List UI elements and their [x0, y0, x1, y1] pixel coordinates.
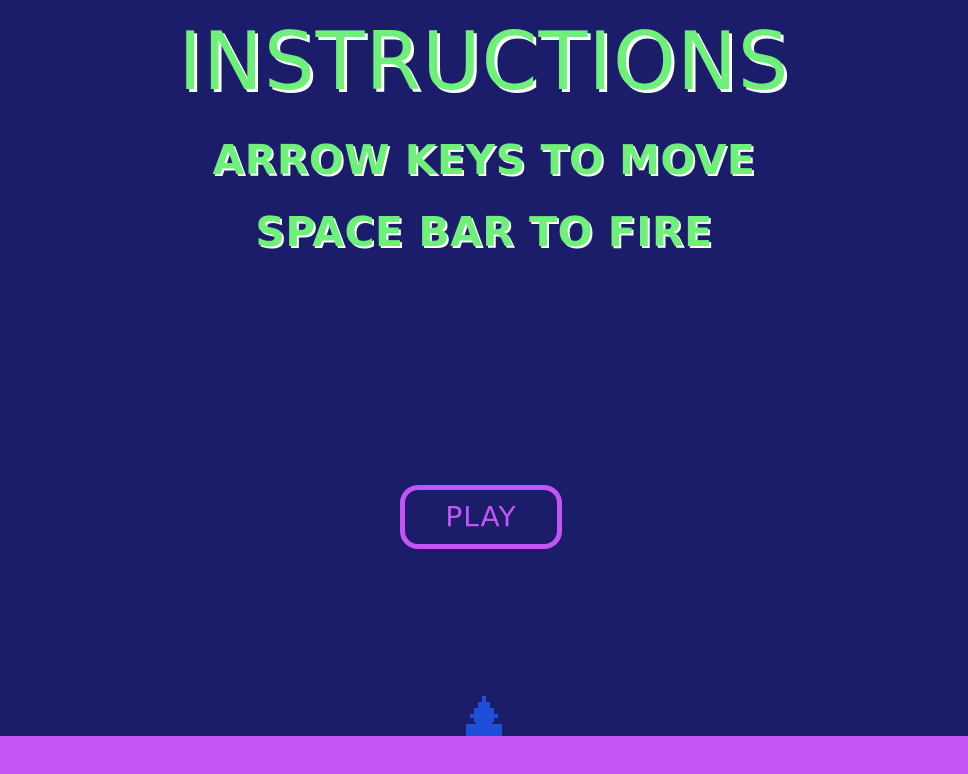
player-ship-icon	[466, 696, 502, 736]
ground-bar	[0, 736, 968, 774]
instruction-move: ARROW KEYS TO MOVE	[212, 136, 756, 184]
game-screen: INSTRUCTIONS ARROW KEYS TO MOVE SPACE BA…	[0, 0, 968, 774]
instruction-fire: SPACE BAR TO FIRE	[255, 208, 713, 256]
instructions-title: INSTRUCTIONS	[178, 15, 790, 108]
play-button[interactable]: PLAY	[400, 485, 562, 549]
